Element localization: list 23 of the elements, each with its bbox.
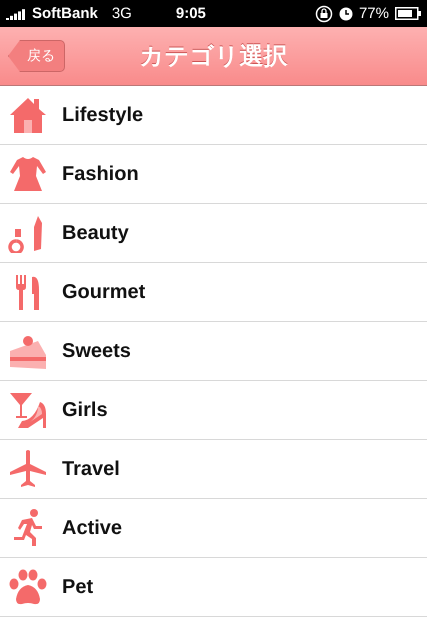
alarm-icon (338, 6, 353, 20)
house-icon (8, 95, 48, 135)
rotation-lock-icon (314, 4, 333, 22)
dress-icon (8, 154, 48, 194)
category-row[interactable]: Gourmet (0, 263, 427, 322)
signal-icon (6, 8, 26, 20)
category-row[interactable]: Active (0, 499, 427, 558)
cocktail-heel-icon (8, 390, 48, 430)
category-row[interactable]: Travel (0, 440, 427, 499)
network-type: 3G (112, 5, 132, 22)
category-row[interactable]: Fashion (0, 145, 427, 204)
category-row[interactable]: Lifestyle (0, 86, 427, 145)
screen-title: カテゴリ選択 (140, 42, 288, 72)
category-row[interactable]: Beauty (0, 204, 427, 263)
category-row[interactable]: Pet (0, 558, 427, 617)
battery-percent: 77% (358, 5, 389, 22)
battery-icon (395, 7, 421, 20)
clock-time: 9:05 (176, 5, 206, 22)
airplane-icon (8, 449, 48, 489)
paw-icon (8, 567, 48, 607)
category-row[interactable]: Sweets (0, 322, 427, 381)
category-row[interactable]: Girls (0, 381, 427, 440)
carrier-name: SoftBank (32, 5, 98, 22)
